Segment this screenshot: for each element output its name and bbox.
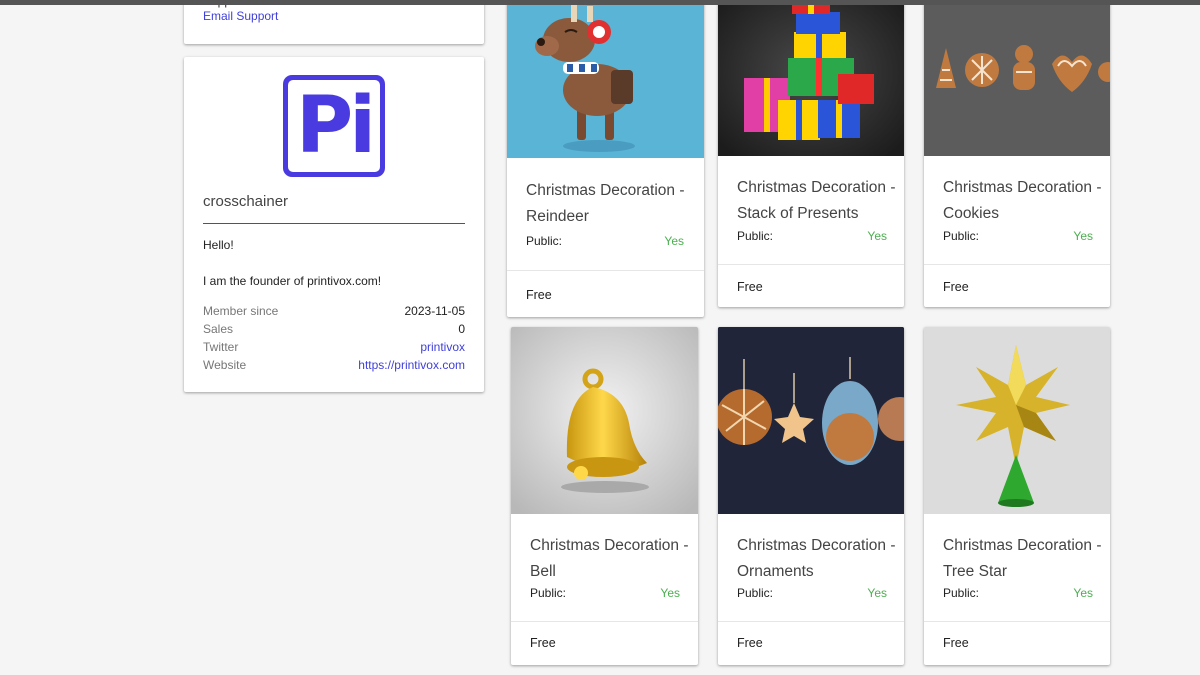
product-card-ornaments[interactable]: Christmas Decoration - Ornaments Public:… (718, 327, 904, 665)
public-row: Public: Yes (943, 229, 1093, 243)
presents-image[interactable] (718, 0, 904, 156)
cookies-image[interactable] (924, 0, 1110, 156)
public-row: Public: Yes (530, 586, 680, 600)
public-row: Public: Yes (737, 229, 887, 243)
twitter-label: Twitter (203, 340, 239, 354)
profile-bio-greeting: Hello! (203, 238, 234, 252)
card-divider (718, 621, 904, 622)
product-card-reindeer[interactable]: Christmas Decoration - Reindeer Public: … (507, 0, 704, 317)
product-card-bell[interactable]: Christmas Decoration - Bell Public: Yes … (511, 327, 698, 665)
profile-username: crosschainer (203, 193, 289, 210)
profile-divider (203, 223, 465, 224)
bell-image[interactable] (511, 327, 698, 514)
public-status: Yes (1073, 586, 1093, 600)
public-status: Yes (664, 234, 684, 248)
email-support-link[interactable]: Email Support (203, 9, 278, 23)
card-divider (924, 621, 1110, 622)
product-price: Free (737, 636, 763, 650)
logo-text: Pi (296, 81, 376, 171)
reindeer-image[interactable] (507, 0, 704, 158)
card-divider (507, 270, 704, 271)
member-since-label: Member since (203, 304, 279, 318)
member-since-row: Member since 2023-11-05 (203, 304, 465, 318)
product-title[interactable]: Christmas Decoration - Ornaments (737, 533, 904, 585)
public-label: Public: (943, 229, 980, 243)
product-card-presents[interactable]: Christmas Decoration - Stack of Presents… (718, 0, 904, 307)
sales-label: Sales (203, 322, 234, 336)
public-row: Public: Yes (526, 234, 684, 248)
profile-logo: Pi (283, 75, 385, 177)
public-status: Yes (867, 229, 887, 243)
sales-row: Sales 0 (203, 322, 465, 336)
product-title[interactable]: Christmas Decoration - Reindeer (526, 178, 696, 230)
product-price: Free (530, 636, 556, 650)
product-title[interactable]: Christmas Decoration - Stack of Presents (737, 175, 904, 227)
support-card: Support Email Support (184, 0, 484, 44)
public-label: Public: (526, 234, 563, 248)
product-card-cookies[interactable]: Christmas Decoration - Cookies Public: Y… (924, 0, 1110, 307)
product-price: Free (943, 280, 969, 294)
top-bar (0, 0, 1200, 5)
tree-star-image[interactable] (924, 327, 1110, 514)
profile-bio-description: I am the founder of printivox.com! (203, 274, 382, 288)
product-price: Free (943, 636, 969, 650)
ornaments-image[interactable] (718, 327, 904, 514)
product-price: Free (737, 280, 763, 294)
twitter-row: Twitter printivox (203, 340, 465, 354)
product-price: Free (526, 288, 552, 302)
public-label: Public: (943, 586, 980, 600)
public-row: Public: Yes (737, 586, 887, 600)
website-link[interactable]: https://printivox.com (358, 358, 465, 372)
card-divider (924, 264, 1110, 265)
public-label: Public: (737, 229, 774, 243)
sales-value: 0 (458, 322, 465, 336)
public-row: Public: Yes (943, 586, 1093, 600)
profile-card: Pi crosschainer Hello! I am the founder … (184, 57, 484, 392)
public-status: Yes (1073, 229, 1093, 243)
website-label: Website (203, 358, 247, 372)
twitter-link[interactable]: printivox (420, 340, 465, 354)
product-card-tree-star[interactable]: Christmas Decoration - Tree Star Public:… (924, 327, 1110, 665)
product-title[interactable]: Christmas Decoration - Tree Star (943, 533, 1110, 585)
public-label: Public: (530, 586, 567, 600)
website-row: Website https://printivox.com (203, 358, 465, 372)
card-divider (718, 264, 904, 265)
product-title[interactable]: Christmas Decoration - Bell (530, 533, 698, 585)
public-status: Yes (660, 586, 680, 600)
public-status: Yes (867, 586, 887, 600)
member-since-value: 2023-11-05 (404, 304, 466, 318)
card-divider (511, 621, 698, 622)
product-title[interactable]: Christmas Decoration - Cookies (943, 175, 1110, 227)
public-label: Public: (737, 586, 774, 600)
